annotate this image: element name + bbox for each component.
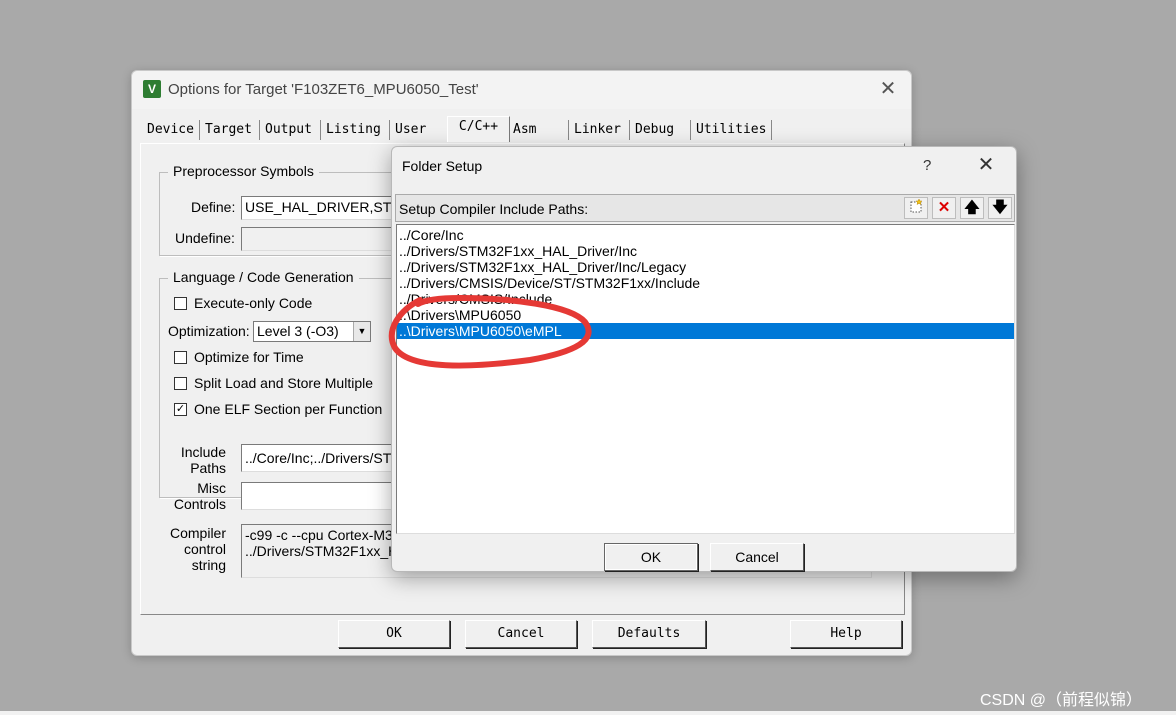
options-titlebar: V Options for Target 'F103ZET6_MPU6050_T…: [132, 71, 911, 109]
delete-icon[interactable]: ✕: [932, 197, 956, 219]
new-folder-glyph: [910, 198, 923, 213]
move-down-icon[interactable]: 🡇: [988, 197, 1012, 219]
tab-listing[interactable]: Listing: [321, 120, 390, 140]
keil-app-icon: V: [143, 80, 161, 98]
include-paths-label: Include Paths: [166, 444, 226, 476]
compiler-control-label-3: string: [191, 557, 226, 573]
folder-setup-title: Folder Setup: [402, 158, 483, 174]
compiler-control-label: Compiler control string: [166, 525, 226, 573]
help-icon[interactable]: ?: [923, 157, 931, 174]
define-label: Define:: [191, 199, 236, 215]
execute-only-checkbox[interactable]: [174, 297, 187, 310]
new-folder-icon[interactable]: [904, 197, 928, 219]
optimization-select[interactable]: Level 3 (-O3) ▼: [253, 321, 371, 342]
language-group-title: Language / Code Generation: [168, 269, 359, 285]
include-path-list[interactable]: ../Core/Inc ../Drivers/STM32F1xx_HAL_Dri…: [396, 224, 1015, 534]
tab-utilities[interactable]: Utilities: [691, 120, 772, 140]
list-item[interactable]: ../Core/Inc: [397, 227, 1014, 243]
taskbar-edge: [0, 711, 1176, 715]
include-paths-header-label: Setup Compiler Include Paths:: [399, 201, 589, 217]
chevron-down-icon[interactable]: ▼: [353, 322, 370, 341]
tab-target[interactable]: Target: [200, 120, 260, 140]
watermark: CSDN @（前程似锦）: [980, 692, 1143, 709]
split-load-label: Split Load and Store Multiple: [194, 375, 373, 391]
misc-controls-label-2: Controls: [173, 496, 226, 512]
tab-device[interactable]: Device: [142, 120, 200, 140]
misc-controls-label-1: Misc: [197, 480, 226, 496]
list-item[interactable]: ../Drivers/STM32F1xx_HAL_Driver/Inc: [397, 243, 1014, 259]
tab-linker[interactable]: Linker: [569, 120, 630, 140]
optimization-value: Level 3 (-O3): [257, 323, 339, 339]
list-item[interactable]: ../Drivers/STM32F1xx_HAL_Driver/Inc/Lega…: [397, 259, 1014, 275]
list-item[interactable]: ..\Drivers\MPU6050: [397, 307, 1014, 323]
list-item[interactable]: ../Drivers/CMSIS/Include: [397, 291, 1014, 307]
cancel-button[interactable]: Cancel: [465, 620, 577, 648]
split-load-checkbox[interactable]: [174, 377, 187, 390]
define-field[interactable]: USE_HAL_DRIVER,STM: [241, 196, 396, 220]
list-item-selected[interactable]: ..\Drivers\MPU6050\eMPL: [397, 323, 1014, 339]
undefine-field[interactable]: [241, 227, 396, 251]
tab-debug[interactable]: Debug: [630, 120, 691, 140]
close-icon[interactable]: ✕: [876, 79, 900, 101]
tab-output[interactable]: Output: [260, 120, 321, 140]
misc-controls-label: Misc Controls: [166, 480, 226, 512]
tab-asm[interactable]: Asm: [508, 120, 569, 140]
include-paths-header: Setup Compiler Include Paths: ✕ 🡅 🡇: [395, 194, 1015, 222]
one-elf-checkbox[interactable]: ✓: [174, 403, 187, 416]
optimize-time-label: Optimize for Time: [194, 349, 304, 365]
include-paths-field[interactable]: ../Core/Inc;../Drivers/ST: [241, 444, 406, 472]
execute-only-label: Execute-only Code: [194, 295, 313, 311]
include-paths-label-1: Include: [180, 444, 226, 460]
undefine-label: Undefine:: [175, 230, 235, 246]
one-elf-label: One ELF Section per Function: [194, 401, 383, 417]
move-up-icon[interactable]: 🡅: [960, 197, 984, 219]
help-button[interactable]: Help: [790, 620, 902, 648]
close-icon[interactable]: ✕: [974, 154, 998, 176]
compiler-control-label-2: control: [183, 541, 226, 557]
folder-cancel-button[interactable]: Cancel: [710, 543, 804, 571]
optimize-time-checkbox[interactable]: [174, 351, 187, 364]
ok-button[interactable]: OK: [338, 620, 450, 648]
defaults-button[interactable]: Defaults: [592, 620, 706, 648]
tab-user[interactable]: User: [390, 120, 451, 140]
include-paths-label-2: Paths: [190, 460, 226, 476]
folder-ok-button[interactable]: OK: [604, 543, 698, 571]
tab-c-cpp[interactable]: C/C++: [447, 116, 510, 142]
list-item[interactable]: ../Drivers/CMSIS/Device/ST/STM32F1xx/Inc…: [397, 275, 1014, 291]
preprocessor-group-title: Preprocessor Symbols: [168, 163, 319, 179]
compiler-control-label-1: Compiler: [169, 525, 226, 541]
misc-controls-field[interactable]: [241, 482, 406, 510]
options-dialog-title: Options for Target 'F103ZET6_MPU6050_Tes…: [168, 81, 479, 98]
optimization-label: Optimization:: [168, 323, 250, 339]
folder-setup-dialog: Folder Setup ? ✕ Setup Compiler Include …: [391, 146, 1017, 572]
